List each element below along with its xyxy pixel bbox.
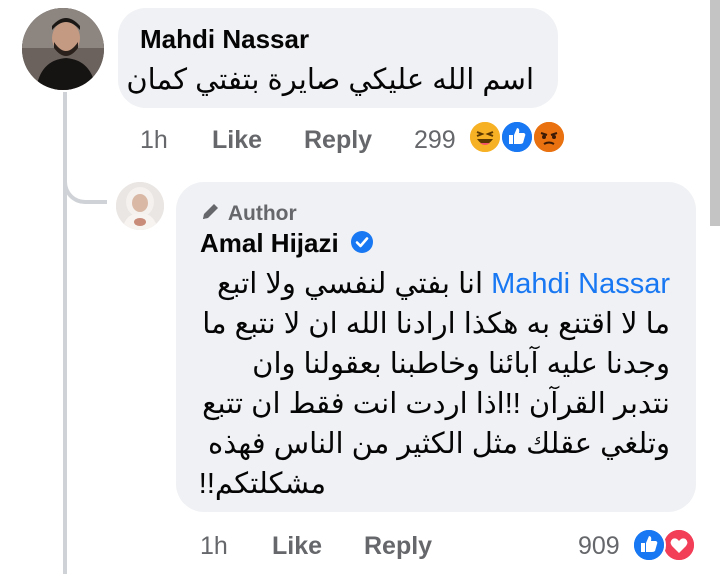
reply-text-line-6: مشكلتكم!!	[198, 468, 326, 500]
comment-like-button[interactable]: Like	[212, 126, 262, 155]
comment-reactions[interactable]	[468, 120, 578, 156]
reply-text-line-4: نتدبر القرآن !!اذا اردت انت فقط ان تتبع	[202, 388, 670, 420]
reply-line-1-text: انا بفتي لنفسي ولا اتبع	[217, 268, 484, 300]
reply-reactions[interactable]	[632, 528, 702, 564]
reply-text-line-5: وتلغي عقلك مثل الكثير من الناس فهذه	[208, 428, 670, 460]
reply-author-name[interactable]: Amal Hijazi	[200, 228, 374, 261]
reply-text-line-2: ما لا اقتنع به هكذا ارادنا الله ان لا نت…	[202, 308, 670, 340]
haha-icon	[468, 120, 502, 154]
avatar-photo	[22, 8, 104, 90]
angry-icon	[532, 120, 566, 154]
reply-actions: 1h Like Reply	[200, 532, 560, 562]
author-badge: Author	[200, 200, 297, 228]
reply-reply-button[interactable]: Reply	[364, 532, 432, 561]
reply-text-line-1: Mahdi Nassar انا بفتي لنفسي ولا اتبع	[217, 266, 670, 301]
avatar-amal[interactable]	[116, 182, 164, 230]
verified-badge-icon	[350, 230, 374, 261]
comment-reaction-count[interactable]: 299	[414, 126, 456, 155]
love-icon	[662, 528, 696, 562]
avatar-photo	[116, 182, 164, 230]
pencil-icon	[200, 200, 222, 228]
author-badge-label: Author	[227, 202, 297, 225]
comment-time[interactable]: 1h	[140, 126, 168, 155]
thread-line-branch	[63, 180, 107, 204]
reply-like-button[interactable]: Like	[272, 532, 322, 561]
reply-author-label: Amal Hijazi	[200, 228, 339, 258]
reply-text-line-3: وجدنا عليه آبائنا وخاطبنا بعقولنا وان	[252, 348, 670, 380]
reply-time[interactable]: 1h	[200, 532, 228, 561]
comment-bubble: Mahdi Nassar اسم الله عليكي صايرة بتفتي …	[118, 8, 558, 108]
comment-reply-button[interactable]: Reply	[304, 126, 372, 155]
like-icon	[500, 120, 534, 154]
reply-bubble: Author Amal Hijazi Mahdi Nassar انا بفتي…	[176, 182, 696, 512]
comment-author-name[interactable]: Mahdi Nassar	[140, 24, 309, 55]
comment-text: اسم الله عليكي صايرة بتفتي كمان	[126, 64, 534, 96]
mention-link[interactable]: Mahdi Nassar	[491, 268, 670, 300]
scrollbar[interactable]	[710, 0, 720, 226]
thread-line-vertical	[63, 92, 67, 574]
reply-reaction-count[interactable]: 909	[578, 532, 620, 561]
like-icon	[632, 528, 666, 562]
avatar-mahdi[interactable]	[22, 8, 104, 90]
